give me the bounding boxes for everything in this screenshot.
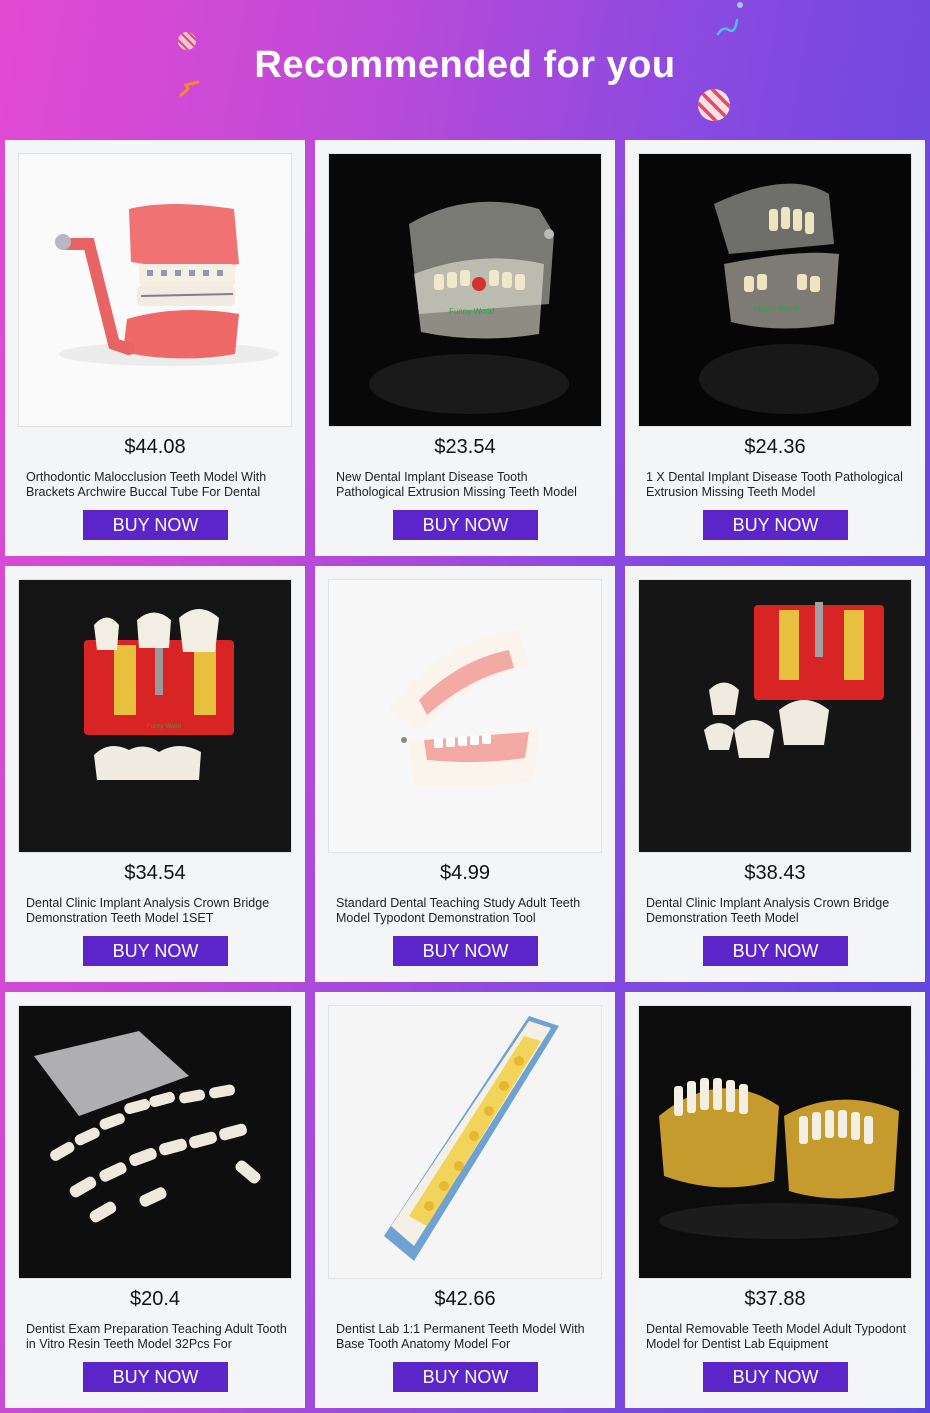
product-price: $42.66 (434, 1288, 496, 1310)
product-image[interactable]: Funny World (18, 579, 292, 853)
header-banner: Recommended for you (0, 0, 930, 138)
product-image[interactable] (18, 153, 292, 427)
buy-now-button[interactable]: BUY NOW (703, 936, 848, 966)
product-name[interactable]: Dental Removable Teeth Model Adult Typod… (646, 1322, 908, 1352)
squiggle-icon (716, 18, 739, 36)
buy-now-button[interactable]: BUY NOW (703, 510, 848, 540)
svg-text:Funny World: Funny World (449, 307, 494, 316)
buy-now-button[interactable]: BUY NOW (83, 510, 228, 540)
page-title: Recommended for you (254, 44, 676, 86)
product-card[interactable]: Funny World $34.54 Dental Clinic Implant… (5, 566, 305, 982)
product-name[interactable]: Dental Clinic Implant Analysis Crown Bri… (26, 896, 288, 926)
product-card[interactable]: $4.99 Standard Dental Teaching Study Adu… (315, 566, 615, 982)
product-image[interactable] (638, 579, 912, 853)
product-image[interactable] (18, 1005, 292, 1279)
buy-now-button[interactable]: BUY NOW (83, 1362, 228, 1392)
product-price: $44.08 (124, 436, 186, 458)
svg-text:Funny World: Funny World (147, 724, 181, 730)
product-name[interactable]: Orthodontic Malocclusion Teeth Model Wit… (26, 470, 288, 500)
product-image[interactable]: Funny World (328, 153, 602, 427)
buy-now-button[interactable]: BUY NOW (393, 936, 538, 966)
product-name[interactable]: Dental Clinic Implant Analysis Crown Bri… (646, 896, 908, 926)
product-card[interactable]: $44.08 Orthodontic Malocclusion Teeth Mo… (5, 140, 305, 556)
product-name[interactable]: New Dental Implant Disease Tooth Patholo… (336, 470, 598, 500)
product-price: $37.88 (744, 1288, 806, 1310)
product-price: $34.54 (124, 862, 186, 884)
product-card[interactable]: Funny World $23.54 New Dental Implant Di… (315, 140, 615, 556)
buy-now-button[interactable]: BUY NOW (83, 936, 228, 966)
product-price: $38.43 (744, 862, 806, 884)
product-price: $20.4 (129, 1288, 181, 1310)
product-price: $23.54 (434, 436, 496, 458)
dot-icon (737, 2, 743, 8)
product-name[interactable]: Standard Dental Teaching Study Adult Tee… (336, 896, 598, 926)
product-card[interactable]: $42.66 Dentist Lab 1:1 Permanent Teeth M… (315, 992, 615, 1408)
product-name[interactable]: 1 X Dental Implant Disease Tooth Patholo… (646, 470, 908, 500)
product-card[interactable]: $37.88 Dental Removable Teeth Model Adul… (625, 992, 925, 1408)
product-card[interactable]: $38.43 Dental Clinic Implant Analysis Cr… (625, 566, 925, 982)
product-image[interactable] (328, 1005, 602, 1279)
product-image[interactable] (328, 579, 602, 853)
product-price: $24.36 (744, 436, 806, 458)
product-image[interactable]: Funny World (638, 153, 912, 427)
striped-ball-icon (698, 89, 730, 121)
svg-text:Funny World: Funny World (754, 305, 799, 314)
product-card[interactable]: Funny World $24.36 1 X Dental Implant Di… (625, 140, 925, 556)
product-name[interactable]: Dentist Lab 1:1 Permanent Teeth Model Wi… (336, 1322, 598, 1352)
product-name[interactable]: Dentist Exam Preparation Teaching Adult … (26, 1322, 288, 1352)
buy-now-button[interactable]: BUY NOW (393, 1362, 538, 1392)
buy-now-button[interactable]: BUY NOW (393, 510, 538, 540)
product-card[interactable]: $20.4 Dentist Exam Preparation Teaching … (5, 992, 305, 1408)
buy-now-button[interactable]: BUY NOW (703, 1362, 848, 1392)
product-image[interactable] (638, 1005, 912, 1279)
product-price: $4.99 (439, 862, 491, 884)
